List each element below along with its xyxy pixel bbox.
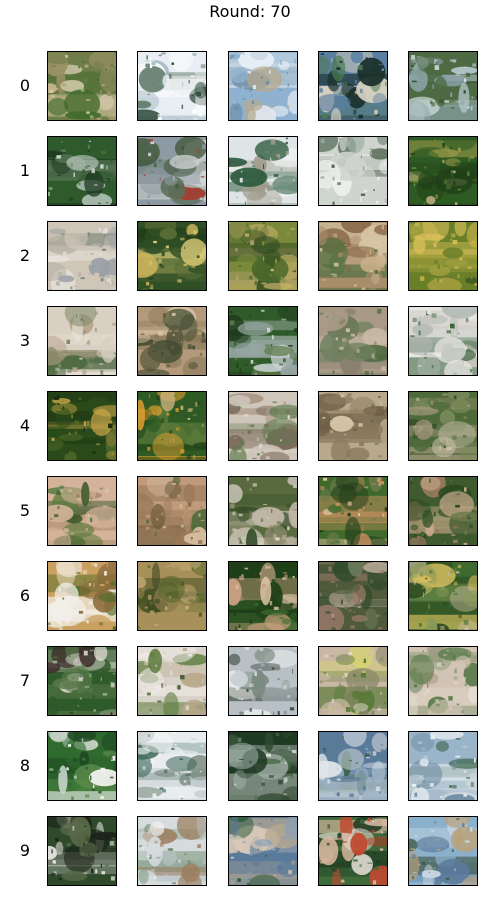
row-label: 6 <box>19 585 31 605</box>
sample-image[interactable] <box>47 390 117 461</box>
sample-image[interactable] <box>137 305 207 376</box>
sample-image[interactable] <box>228 475 298 546</box>
sample-image[interactable] <box>137 815 207 886</box>
sample-image[interactable] <box>408 560 478 631</box>
sample-image[interactable] <box>228 51 298 121</box>
sample-image[interactable] <box>137 730 207 801</box>
row-label: 7 <box>19 670 31 690</box>
sample-image[interactable] <box>47 220 117 291</box>
sample-image[interactable] <box>47 305 117 376</box>
sample-image[interactable] <box>408 220 478 291</box>
row-label: 4 <box>19 415 31 435</box>
sample-image[interactable] <box>47 730 117 801</box>
sample-image[interactable] <box>228 730 298 801</box>
sample-image[interactable] <box>408 815 478 886</box>
sample-image[interactable] <box>408 51 478 121</box>
sample-image[interactable] <box>408 730 478 801</box>
sample-image[interactable] <box>137 560 207 631</box>
sample-image[interactable] <box>228 815 298 886</box>
sample-image[interactable] <box>318 220 388 291</box>
sample-image[interactable] <box>47 135 117 206</box>
sample-image[interactable] <box>228 305 298 376</box>
row-label: 2 <box>19 245 31 265</box>
sample-image[interactable] <box>408 305 478 376</box>
sample-image[interactable] <box>318 305 388 376</box>
sample-image[interactable] <box>228 135 298 206</box>
sample-image[interactable] <box>408 475 478 546</box>
sample-image[interactable] <box>137 645 207 716</box>
sample-image[interactable] <box>137 390 207 461</box>
sample-image[interactable] <box>228 220 298 291</box>
sample-image[interactable] <box>408 135 478 206</box>
sample-image[interactable] <box>228 390 298 461</box>
sample-image[interactable] <box>47 475 117 546</box>
sample-image[interactable] <box>318 645 388 716</box>
row-label: 8 <box>19 755 31 775</box>
sample-image[interactable] <box>47 645 117 716</box>
row-label: 5 <box>19 500 31 520</box>
sample-image[interactable] <box>318 51 388 121</box>
row-label: 1 <box>19 160 31 180</box>
sample-image[interactable] <box>47 51 117 121</box>
sample-image[interactable] <box>318 560 388 631</box>
row-label: 3 <box>19 330 31 350</box>
sample-image[interactable] <box>137 135 207 206</box>
figure-title: Round: 70 <box>209 2 291 21</box>
sample-image[interactable] <box>228 560 298 631</box>
sample-image[interactable] <box>408 645 478 716</box>
sample-image[interactable] <box>137 220 207 291</box>
row-label: 9 <box>19 840 31 860</box>
sample-image[interactable] <box>47 815 117 886</box>
sample-image[interactable] <box>318 390 388 461</box>
sample-image[interactable] <box>318 730 388 801</box>
sample-image[interactable] <box>137 51 207 121</box>
row-label: 0 <box>19 76 31 95</box>
sample-image[interactable] <box>137 475 207 546</box>
sample-image[interactable] <box>318 135 388 206</box>
sample-image[interactable] <box>318 815 388 886</box>
sample-image[interactable] <box>408 390 478 461</box>
sample-image[interactable] <box>228 645 298 716</box>
sample-image[interactable] <box>47 560 117 631</box>
sample-image[interactable] <box>318 475 388 546</box>
